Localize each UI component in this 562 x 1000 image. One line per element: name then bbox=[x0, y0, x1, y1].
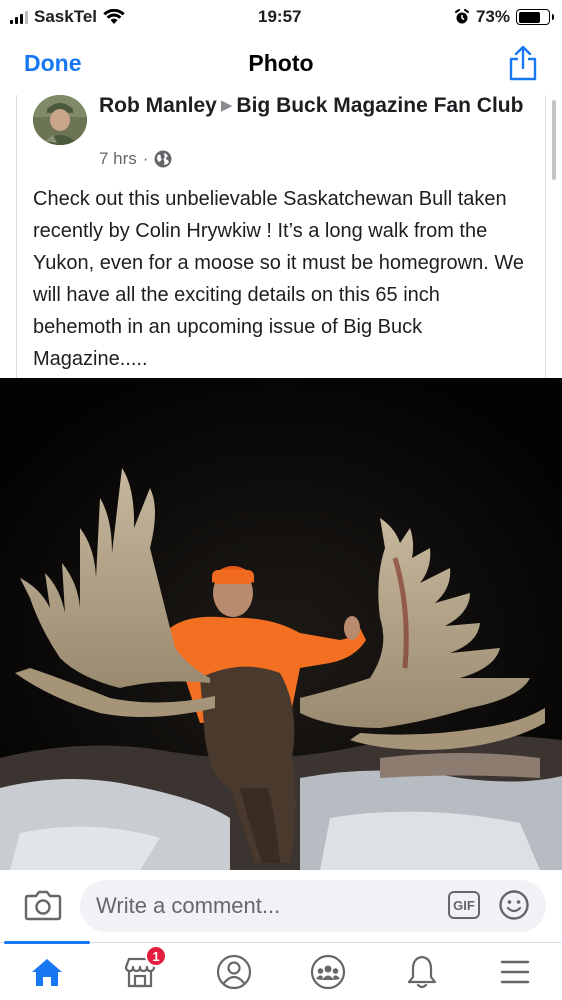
camera-icon[interactable] bbox=[24, 889, 62, 921]
battery-icon bbox=[516, 9, 554, 25]
caret-right-icon: ▶ bbox=[220, 97, 233, 114]
meta-separator: · bbox=[142, 149, 149, 168]
scrollbar[interactable] bbox=[552, 100, 556, 180]
moose-photo[interactable] bbox=[0, 378, 562, 870]
bell-icon bbox=[407, 955, 437, 989]
share-icon[interactable] bbox=[506, 44, 540, 82]
status-bar: SaskTel 19:57 73% bbox=[0, 0, 562, 34]
active-tab-indicator bbox=[4, 941, 90, 944]
wifi-icon bbox=[103, 9, 125, 24]
gif-button[interactable]: GIF bbox=[448, 891, 480, 919]
status-left: SaskTel bbox=[10, 7, 125, 27]
tab-profile[interactable] bbox=[211, 951, 257, 993]
tab-menu[interactable] bbox=[492, 951, 538, 993]
profile-icon bbox=[216, 954, 252, 990]
status-time: 19:57 bbox=[258, 7, 302, 26]
menu-icon bbox=[500, 960, 530, 984]
author-name[interactable]: Rob Manley bbox=[99, 94, 217, 117]
photo-image bbox=[0, 378, 562, 870]
emoji-icon[interactable] bbox=[498, 889, 530, 921]
home-icon bbox=[32, 959, 62, 986]
tab-groups[interactable] bbox=[305, 951, 351, 993]
globe-icon bbox=[154, 150, 172, 168]
tab-bar: 1 bbox=[0, 941, 562, 1000]
battery-percent: 73% bbox=[475, 7, 510, 26]
tab-marketplace[interactable]: 1 bbox=[117, 945, 167, 993]
comment-composer: GIF bbox=[0, 870, 562, 942]
tab-notifications[interactable] bbox=[399, 951, 445, 993]
done-button[interactable]: Done bbox=[24, 50, 82, 77]
groups-icon bbox=[310, 954, 346, 990]
page-title: Photo bbox=[248, 49, 314, 76]
avatar[interactable] bbox=[33, 95, 87, 145]
post-text: Check out this unbelievable Saskatchewan… bbox=[33, 188, 524, 370]
avatar-image bbox=[33, 95, 87, 145]
group-name[interactable]: Big Buck Magazine Fan Club bbox=[236, 94, 523, 117]
tab-home[interactable] bbox=[24, 951, 70, 993]
battery-level bbox=[518, 11, 540, 23]
notification-badge: 1 bbox=[145, 945, 167, 967]
cellular-signal-icon bbox=[10, 10, 28, 24]
post-header: Rob Manley ▶ Big Buck Magazine Fan Club bbox=[99, 93, 529, 119]
nav-bar: Done Photo bbox=[0, 34, 562, 92]
post-time[interactable]: 7 hrs bbox=[99, 149, 137, 169]
post-meta: 7 hrs · bbox=[99, 149, 172, 169]
post-card: Rob Manley ▶ Big Buck Magazine Fan Club 7 … bbox=[16, 93, 546, 379]
status-right: 73% bbox=[454, 7, 554, 27]
carrier-name: SaskTel bbox=[34, 7, 98, 26]
alarm-icon bbox=[454, 9, 469, 24]
